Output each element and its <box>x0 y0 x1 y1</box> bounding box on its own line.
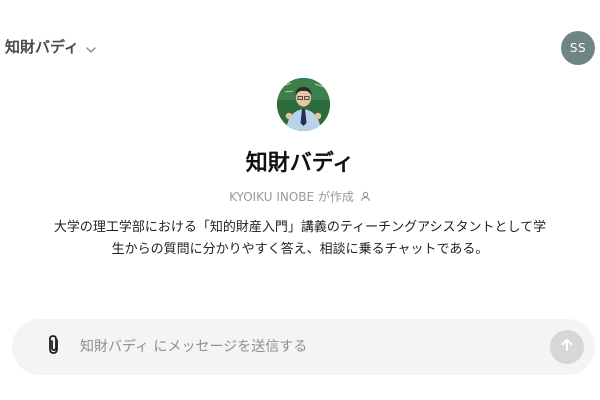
gpt-name: 知財バディ <box>245 151 355 176</box>
model-switcher[interactable]: 知財バディ <box>5 36 97 57</box>
message-composer <box>12 319 595 375</box>
model-name: 知財バディ <box>5 38 79 56</box>
gpt-description: 大学の理工学部における「知的財産入門」講義のティーチングアシスタントとして学 生… <box>40 217 560 261</box>
description-line-1: 大学の理工学部における「知的財産入門」講義のティーチングアシスタントとして学 <box>53 220 547 235</box>
message-input[interactable] <box>80 333 540 361</box>
user-avatar[interactable]: SS <box>561 31 595 65</box>
send-button[interactable] <box>550 330 584 364</box>
creator-line[interactable]: KYOIKU INOBE が作成 <box>0 188 600 205</box>
creator-label: KYOIKU INOBE が作成 <box>229 190 354 204</box>
arrow-up-icon <box>559 337 575 357</box>
paperclip-icon <box>44 334 64 360</box>
description-line-2: 生からの質問に分かりやすく答え、相談に乗るチャットである。 <box>111 242 489 257</box>
chat-page: 知財バディ SS 知財バディ KYOIKU INOBE が作成 大学の理工学部に… <box>0 0 600 400</box>
gpt-profile-image <box>277 78 330 131</box>
attach-button[interactable] <box>42 335 66 359</box>
person-icon <box>360 191 371 202</box>
chevron-down-icon <box>85 41 97 53</box>
